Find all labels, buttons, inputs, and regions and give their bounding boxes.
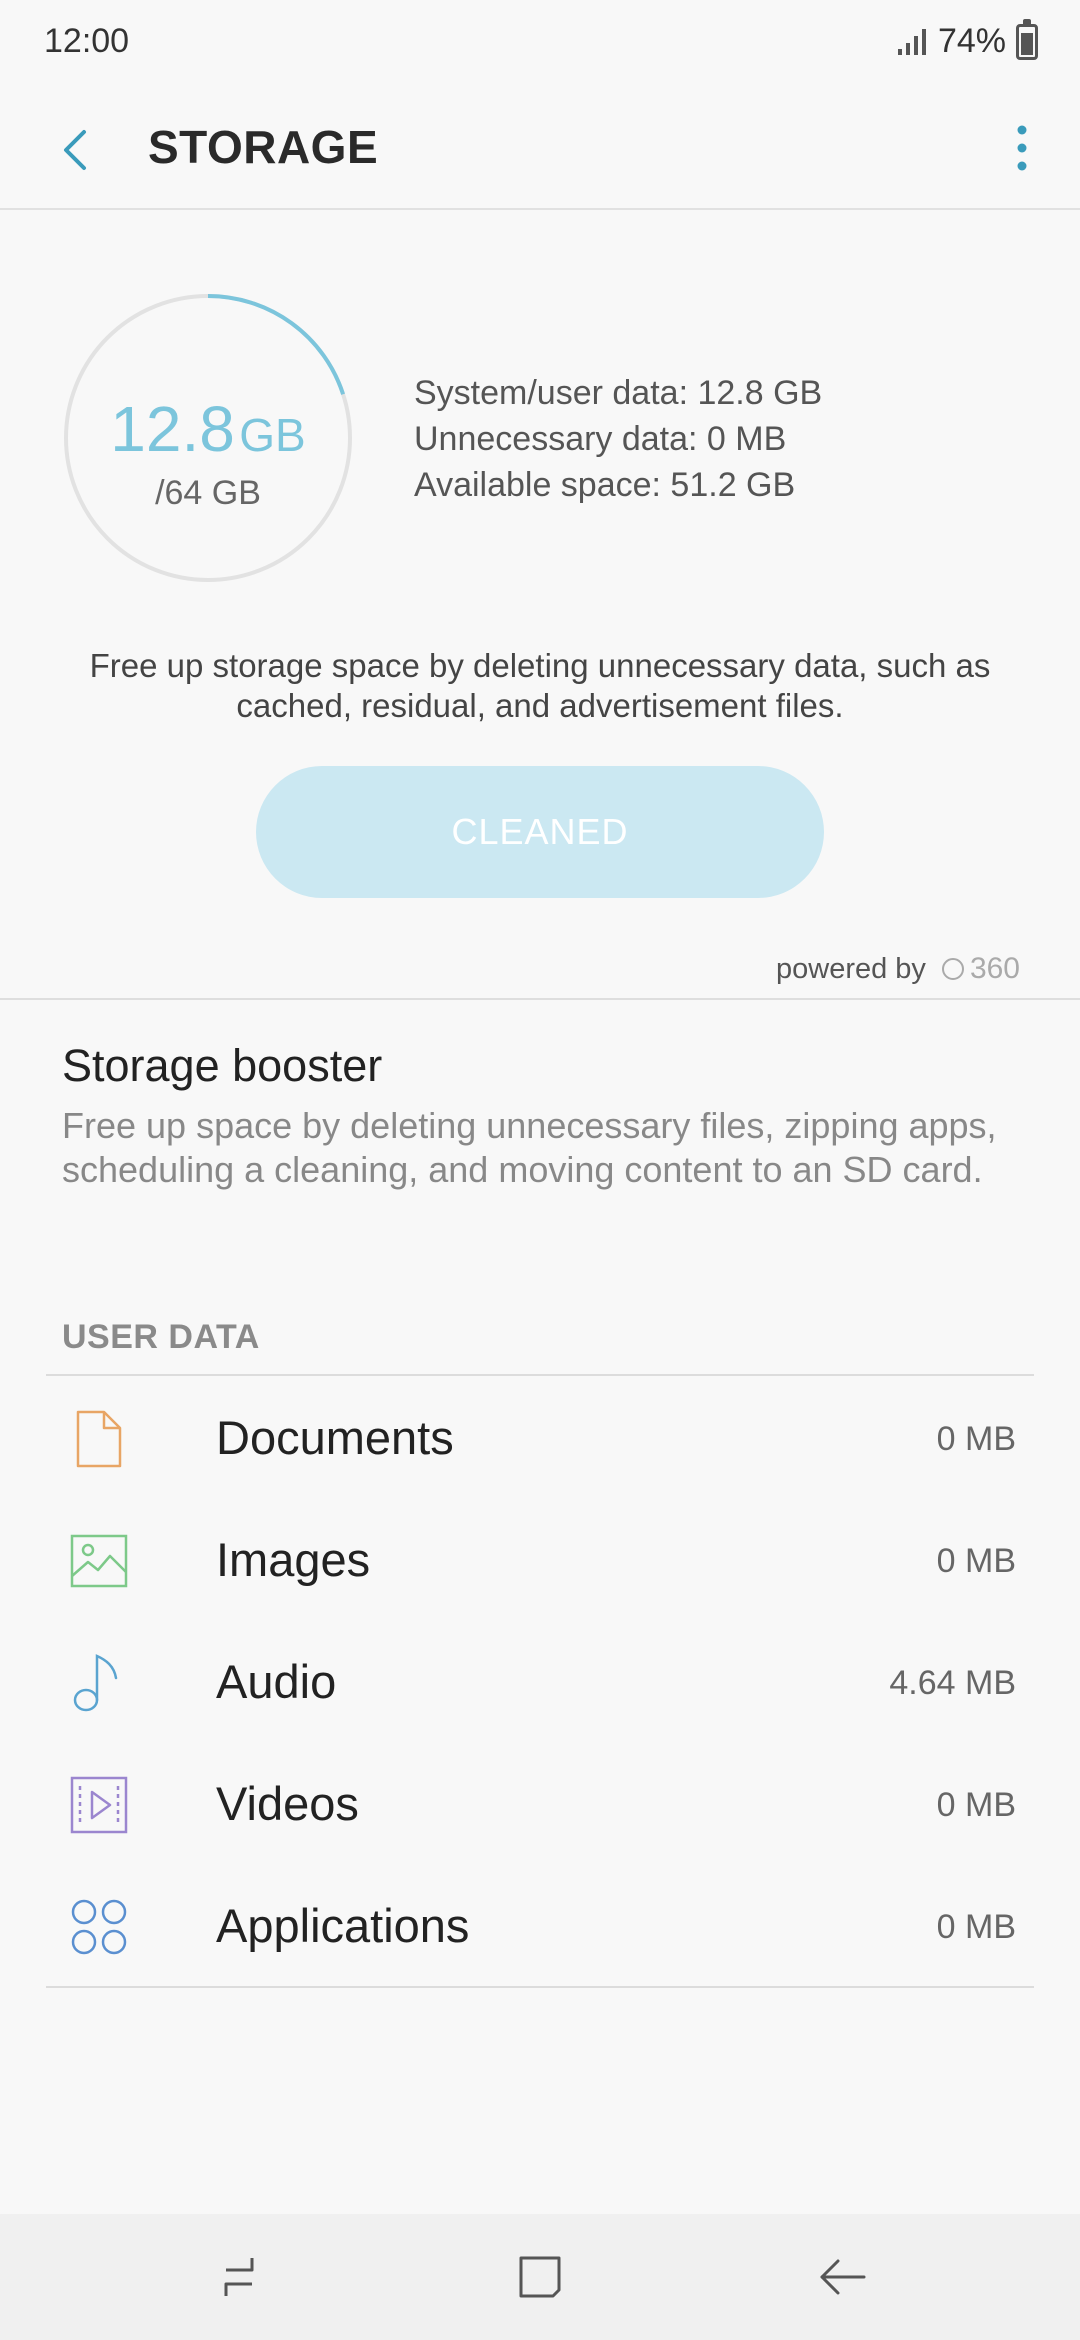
brand-360-text: 360 <box>969 952 1020 985</box>
more-vertical-icon <box>1017 125 1027 171</box>
brand-360-logo: 360 <box>941 952 1020 986</box>
apps-icon <box>71 1899 127 1955</box>
navigation-bar <box>0 2214 1080 2340</box>
item-size: 0 MB <box>936 1786 1016 1824</box>
back-nav-button[interactable] <box>810 2244 876 2310</box>
list-item-audio[interactable]: Audio 4.64 MB <box>0 1622 1080 1744</box>
status-time: 12:00 <box>44 22 130 60</box>
recent-apps-icon <box>224 2258 254 2296</box>
cleanup-description: Free up storage space by deleting unnece… <box>89 647 991 724</box>
powered-by: powered by 360 <box>776 952 1020 986</box>
battery-percent: 74% <box>937 22 1006 60</box>
more-options-button[interactable] <box>1002 118 1042 178</box>
brand-360-icon <box>941 958 964 980</box>
list-item-documents[interactable]: Documents 0 MB <box>0 1378 1080 1500</box>
image-icon <box>70 1534 128 1588</box>
item-label: Applications <box>216 1899 470 1952</box>
system-user-data: System/user data: 12.8 GB <box>414 374 823 412</box>
item-label: Audio <box>216 1655 337 1708</box>
signal-icon <box>897 28 926 55</box>
item-label: Videos <box>216 1777 359 1830</box>
list-item-images[interactable]: Images 0 MB <box>0 1500 1080 1622</box>
page-title: STORAGE <box>148 121 379 173</box>
list-item-videos[interactable]: Videos 0 MB <box>0 1744 1080 1866</box>
total-storage: /64 GB <box>155 474 261 512</box>
home-icon <box>519 2256 561 2298</box>
item-size: 0 MB <box>936 1420 1016 1458</box>
unnecessary-data: Unnecessary data: 0 MB <box>414 420 787 458</box>
storage-booster-description: Free up space by deleting unnecessary fi… <box>62 1105 997 1190</box>
header-divider <box>0 208 1080 210</box>
section-divider <box>0 998 1080 1000</box>
clean-button[interactable]: CLEANED <box>256 766 824 898</box>
item-size: 0 MB <box>936 1908 1016 1946</box>
back-arrow-icon <box>820 2259 866 2295</box>
recent-apps-button[interactable] <box>206 2244 272 2310</box>
list-divider-top <box>46 1374 1034 1376</box>
home-button[interactable] <box>507 2244 573 2310</box>
powered-by-label: powered by <box>776 952 926 985</box>
battery-icon <box>1016 18 1038 60</box>
item-label: Images <box>216 1533 371 1586</box>
back-button[interactable] <box>50 120 110 180</box>
used-unit: GB <box>239 409 306 461</box>
user-data-header: USER DATA <box>62 1318 260 1356</box>
document-icon <box>76 1410 122 1468</box>
music-note-icon <box>73 1654 118 1712</box>
used-value: 12.8 <box>110 393 235 465</box>
item-size: 0 MB <box>936 1542 1016 1580</box>
status-icons: 74% <box>896 18 1038 61</box>
chevron-left-icon <box>64 130 86 170</box>
list-item-applications[interactable]: Applications 0 MB <box>0 1866 1080 1988</box>
item-size: 4.64 MB <box>889 1664 1016 1702</box>
storage-booster-title[interactable]: Storage booster <box>62 1040 382 1092</box>
used-storage: 12.8 GB <box>62 392 354 466</box>
available-space: Available space: 51.2 GB <box>414 466 796 504</box>
video-icon <box>70 1776 128 1834</box>
item-label: Documents <box>216 1411 454 1464</box>
list-divider-bottom <box>46 1986 1034 1988</box>
